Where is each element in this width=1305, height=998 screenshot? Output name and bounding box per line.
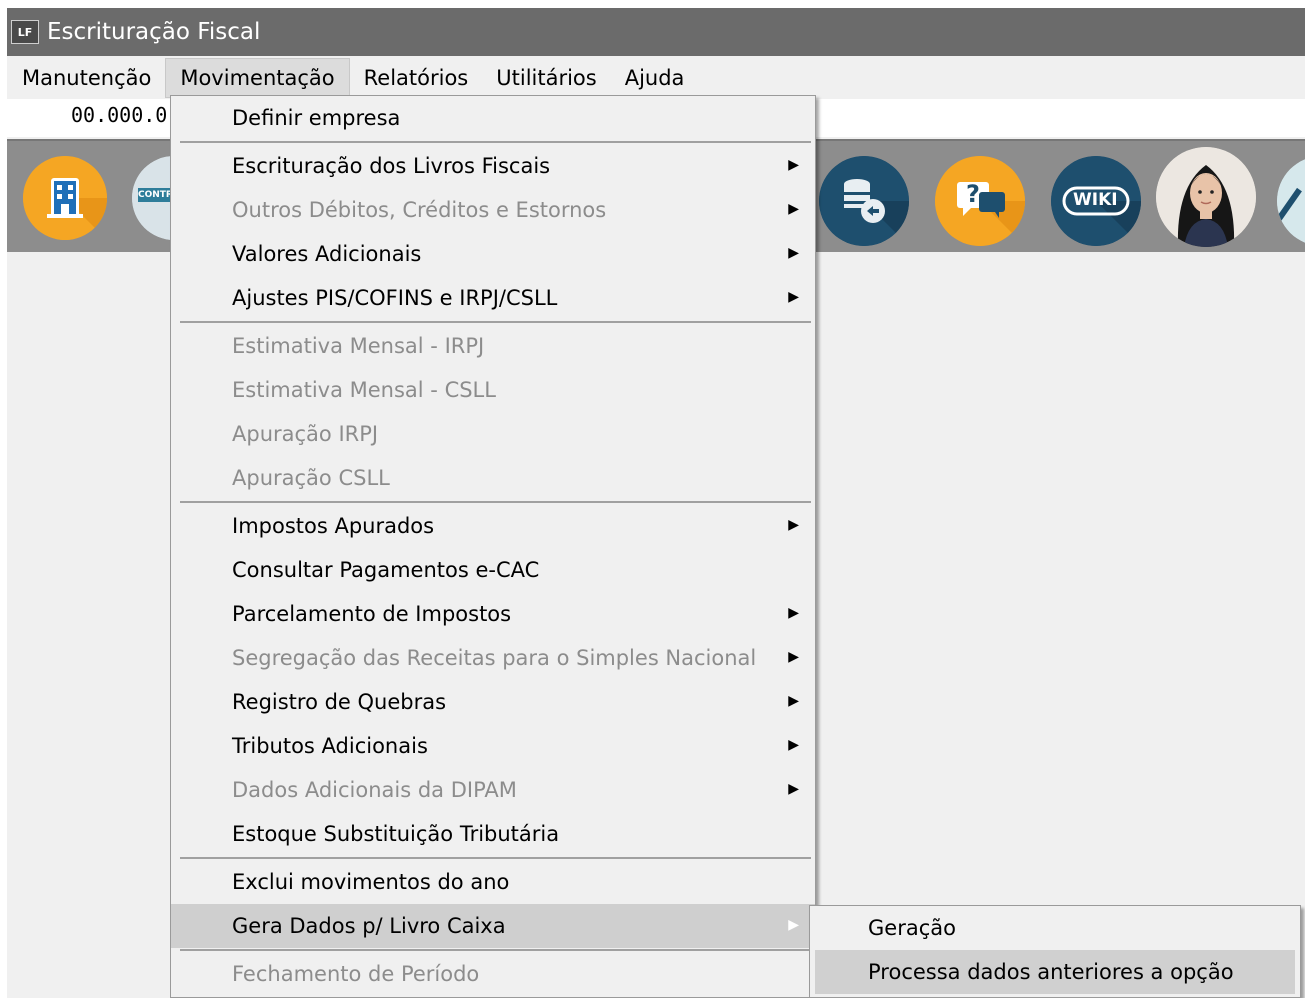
tool-icon[interactable] (1277, 156, 1305, 246)
menu-separator (180, 321, 811, 323)
menu-item-label: Segregação das Receitas para o Simples N… (232, 646, 757, 670)
assistant-avatar-icon[interactable] (1156, 147, 1256, 247)
menu-item-label: Consultar Pagamentos e-CAC (232, 558, 540, 582)
menu-item-label: Ajustes PIS/COFINS e IRPJ/CSLL (232, 286, 558, 310)
submenu-arrow-icon: ▶ (788, 245, 799, 261)
submenu-arrow-icon: ▶ (788, 289, 799, 305)
menu-item-gera-dados-p-livro-caixa[interactable]: Gera Dados p/ Livro Caixa ▶ (171, 904, 815, 948)
wiki-icon-label: WIKI (1073, 190, 1118, 210)
menu-item-escrituracao-dos-livros-fiscais[interactable]: Escrituração dos Livros Fiscais ▶ (171, 144, 815, 188)
submenu-arrow-icon: ▶ (788, 693, 799, 709)
app-icon[interactable]: LF (11, 20, 39, 44)
menu-item-label: Impostos Apurados (232, 514, 435, 538)
menu-item-label: Estimativa Mensal - IRPJ (232, 334, 485, 358)
menu-item-estoque-substituicao-tributaria[interactable]: Estoque Substituição Tributária (171, 812, 815, 856)
submenu-arrow-icon: ▶ (788, 917, 799, 933)
menu-item-label: Tributos Adicionais (232, 734, 428, 758)
menu-item-registro-de-quebras[interactable]: Registro de Quebras ▶ (171, 680, 815, 724)
menu-item-tributos-adicionais[interactable]: Tributos Adicionais ▶ (171, 724, 815, 768)
menu-item-label: Outros Débitos, Créditos e Estornos (232, 198, 607, 222)
submenu-arrow-icon: ▶ (788, 649, 799, 665)
submenu-arrow-icon: ▶ (788, 605, 799, 621)
menu-bar: Manutenção Movimentação Relatórios Utili… (7, 56, 1305, 99)
menu-item-label: Apuração IRPJ (232, 422, 379, 446)
submenu-arrow-icon: ▶ (788, 157, 799, 173)
wiki-icon[interactable]: WIKI (1051, 156, 1141, 246)
menu-item-label: Gera Dados p/ Livro Caixa (232, 914, 506, 938)
submenu-arrow-icon: ▶ (788, 737, 799, 753)
menu-separator (180, 501, 811, 503)
menu-movimentacao[interactable]: Movimentação (165, 57, 350, 98)
menu-item-estimativa-mensal-csll: Estimativa Mensal - CSLL (171, 368, 815, 412)
menu-item-label: Valores Adicionais (232, 242, 422, 266)
menu-item-exclui-movimentos-do-ano[interactable]: Exclui movimentos do ano (171, 860, 815, 904)
menu-item-label: Estoque Substituição Tributária (232, 822, 560, 846)
menu-item-segregacao-das-receitas-para-o-simples-nacional: Segregação das Receitas para o Simples N… (171, 636, 815, 680)
menu-separator (180, 141, 811, 143)
submenu-arrow-icon: ▶ (788, 201, 799, 217)
menu-manutencao[interactable]: Manutenção (7, 58, 165, 98)
help-chat-icon[interactable]: ? (935, 156, 1025, 246)
menu-item-ajustes-pis-cofins-e-irpj-csll[interactable]: Ajustes PIS/COFINS e IRPJ/CSLL ▶ (171, 276, 815, 320)
menu-separator (180, 857, 811, 859)
menu-item-label: Dados Adicionais da DIPAM (232, 778, 517, 802)
menu-item-valores-adicionais[interactable]: Valores Adicionais ▶ (171, 232, 815, 276)
menu-item-label: Escrituração dos Livros Fiscais (232, 154, 551, 178)
menu-item-consultar-pagamentos-e-cac[interactable]: Consultar Pagamentos e-CAC (171, 548, 815, 592)
menu-item-label: Apuração CSLL (232, 466, 390, 490)
submenu-item-geracao[interactable]: Geração (810, 906, 1300, 950)
menu-separator (180, 949, 811, 951)
menu-item-outros-debitos-creditos-e-estornos: Outros Débitos, Créditos e Estornos ▶ (171, 188, 815, 232)
menu-item-fechamento-de-periodo: Fechamento de Período (171, 952, 815, 996)
menu-item-label: Definir empresa (232, 106, 401, 130)
menu-item-label: Estimativa Mensal - CSLL (232, 378, 496, 402)
submenu-arrow-icon: ▶ (788, 517, 799, 533)
livro-caixa-submenu: Geração Processa dados anteriores a opçã… (809, 905, 1301, 998)
menu-utilitarios[interactable]: Utilitários (482, 58, 610, 98)
contract-icon-label: CONTR (138, 190, 173, 200)
company-building-icon[interactable] (23, 156, 107, 240)
menu-item-label: Exclui movimentos do ano (232, 870, 510, 894)
menu-relatorios[interactable]: Relatórios (350, 58, 483, 98)
menu-item-definir-empresa[interactable]: Definir empresa (171, 96, 815, 140)
window-title: Escrituração Fiscal (47, 19, 261, 45)
company-code: 00.000.0 (71, 103, 168, 127)
title-bar: LF Escrituração Fiscal (7, 8, 1305, 56)
menu-item-apuracao-csll: Apuração CSLL (171, 456, 815, 500)
menu-ajuda[interactable]: Ajuda (611, 58, 699, 98)
menu-item-apuracao-irpj: Apuração IRPJ (171, 412, 815, 456)
menu-item-estimativa-mensal-irpj: Estimativa Mensal - IRPJ (171, 324, 815, 368)
movimentacao-dropdown-menu: Definir empresa Escrituração dos Livros F… (170, 95, 816, 998)
submenu-arrow-icon: ▶ (788, 781, 799, 797)
menu-item-label: Fechamento de Período (232, 962, 480, 986)
submenu-item-processa-dados-anteriores[interactable]: Processa dados anteriores a opção (815, 950, 1295, 994)
menu-item-label: Parcelamento de Impostos (232, 602, 512, 626)
menu-item-dados-adicionais-da-dipam: Dados Adicionais da DIPAM ▶ (171, 768, 815, 812)
help-chat-icon-label: ? (966, 180, 980, 208)
menu-item-parcelamento-de-impostos[interactable]: Parcelamento de Impostos ▶ (171, 592, 815, 636)
menu-item-impostos-apurados[interactable]: Impostos Apurados ▶ (171, 504, 815, 548)
menu-item-label: Registro de Quebras (232, 690, 447, 714)
database-return-icon[interactable] (819, 156, 909, 246)
